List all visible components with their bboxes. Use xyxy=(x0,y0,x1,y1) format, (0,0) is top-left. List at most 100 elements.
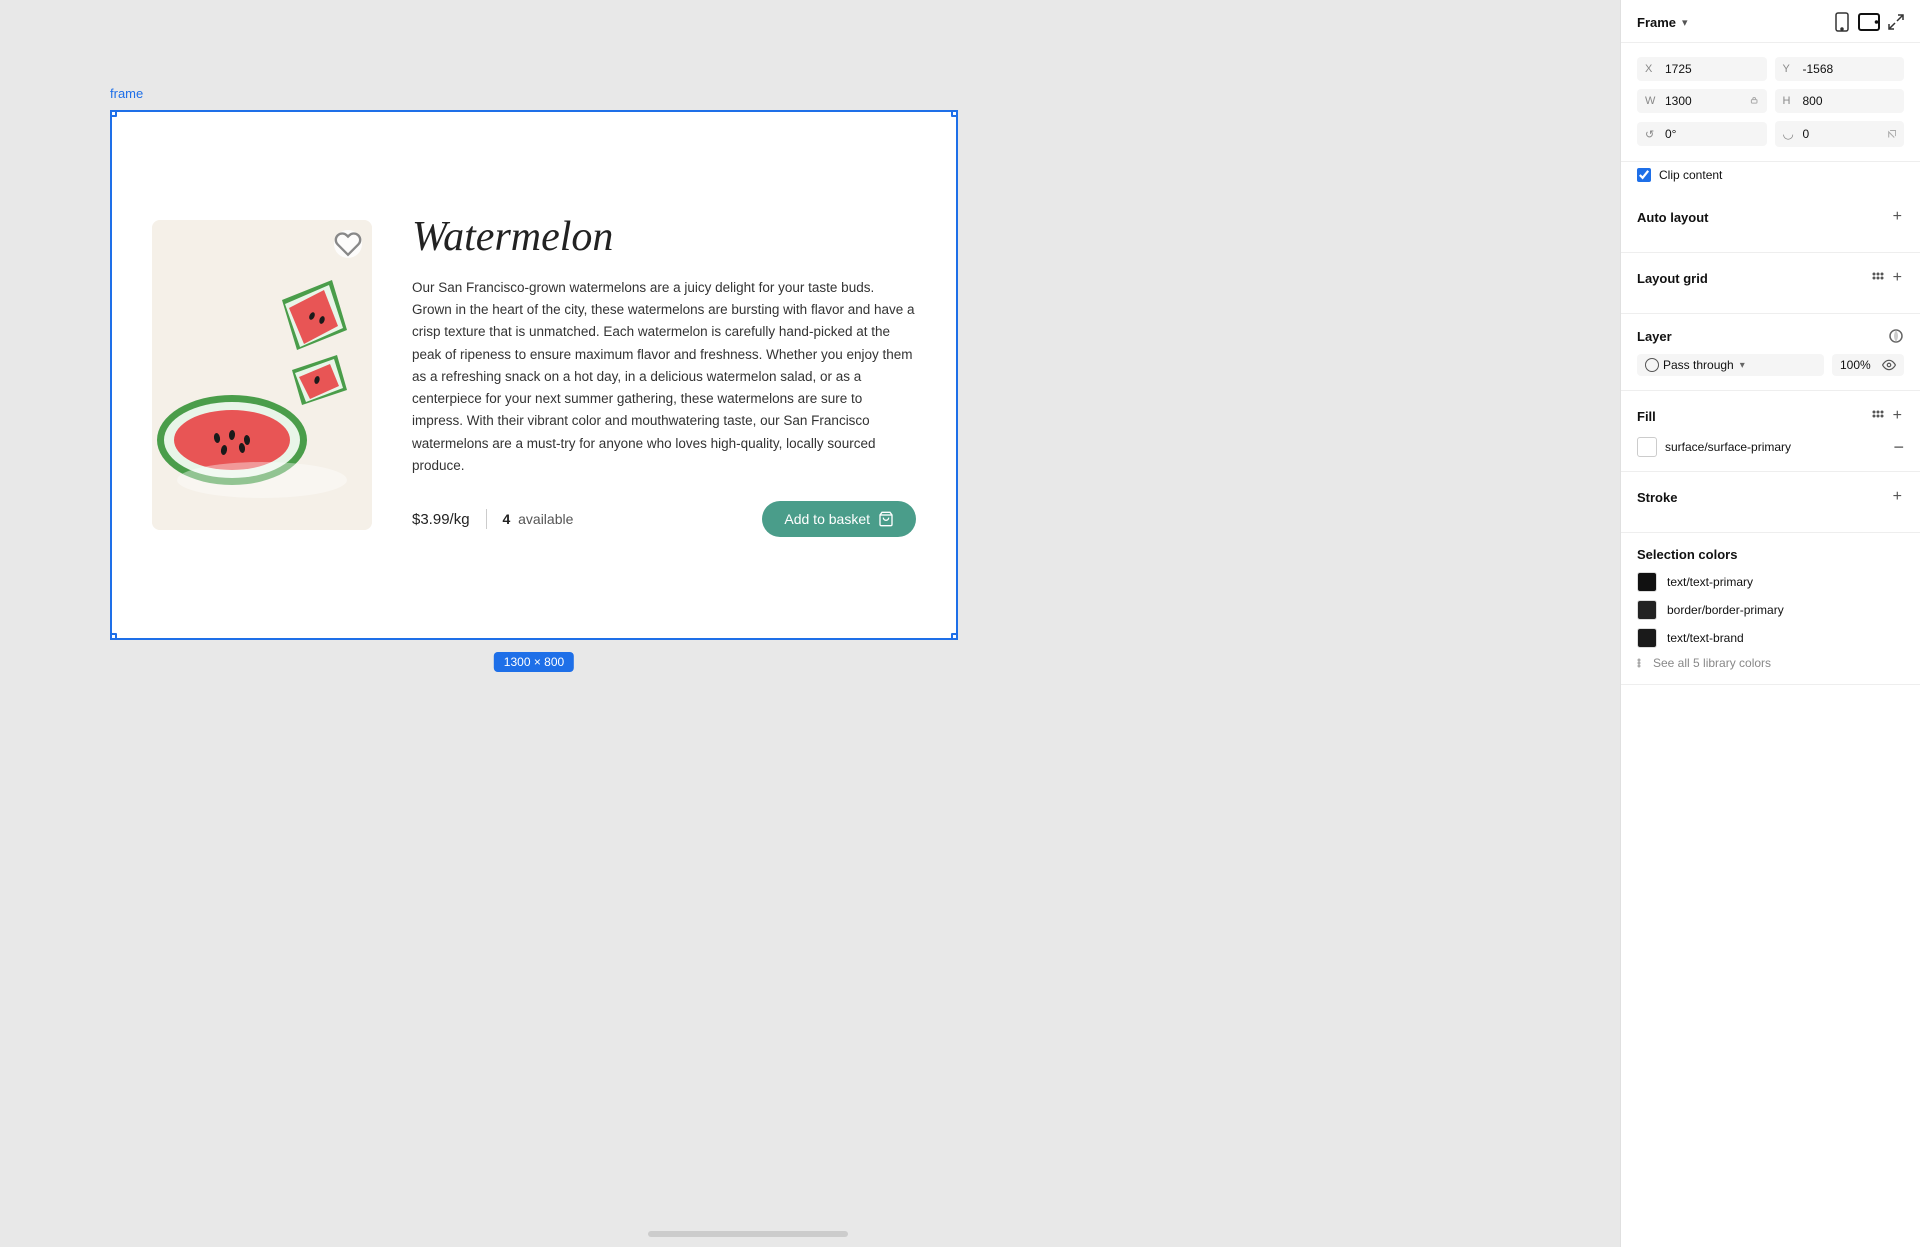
stroke-section: Stroke + xyxy=(1621,472,1920,533)
favorite-button[interactable] xyxy=(334,230,362,258)
corner-radius-field[interactable]: ◡ xyxy=(1775,121,1905,147)
frame-label: frame xyxy=(110,86,143,101)
fill-color-swatch[interactable] xyxy=(1637,437,1657,457)
x-label: X xyxy=(1645,63,1659,75)
grid-dots-icon xyxy=(1871,271,1885,285)
frame-content: Watermelon Our San Francisco-grown water… xyxy=(110,110,958,640)
footer-divider xyxy=(486,509,487,529)
fill-color-row: surface/surface-primary − xyxy=(1637,437,1904,457)
clip-content-checkbox[interactable] xyxy=(1637,168,1651,182)
frame-size-badge: 1300 × 800 xyxy=(494,652,574,672)
add-to-basket-button[interactable]: Add to basket xyxy=(762,501,916,537)
see-all-library-colors[interactable]: See all 5 library colors xyxy=(1637,656,1904,670)
layout-grid-dots-button[interactable] xyxy=(1869,269,1887,287)
handle-bottom-right[interactable] xyxy=(951,633,958,640)
h-label: H xyxy=(1783,95,1797,107)
opacity-value: 100% xyxy=(1840,358,1882,372)
design-frame[interactable]: frame xyxy=(110,110,958,640)
handle-top-left[interactable] xyxy=(110,110,117,117)
product-description: Our San Francisco-grown watermelons are … xyxy=(412,277,916,477)
fill-dots-icon xyxy=(1871,409,1885,423)
layout-grid-icons: + xyxy=(1869,267,1904,289)
layer-style-icon[interactable] xyxy=(1888,328,1904,344)
canvas-scrollbar[interactable] xyxy=(648,1231,848,1237)
w-input[interactable] xyxy=(1665,94,1744,108)
selection-colors-section: Selection colors text/text-primary borde… xyxy=(1621,533,1920,685)
h-field[interactable]: H xyxy=(1775,89,1905,113)
color-item-1: border/border-primary xyxy=(1637,600,1904,620)
color-name-2: text/text-brand xyxy=(1667,631,1744,645)
product-image xyxy=(152,220,372,530)
add-to-basket-label: Add to basket xyxy=(784,511,870,527)
fill-add-button[interactable]: + xyxy=(1891,405,1904,427)
corner-radius-input[interactable] xyxy=(1803,127,1882,141)
w-label: W xyxy=(1645,95,1659,107)
product-footer: $3.99/kg 4 available Add to basket xyxy=(412,501,916,537)
layer-title: Layer xyxy=(1637,329,1672,344)
color-swatch-2[interactable] xyxy=(1637,628,1657,648)
layout-grid-section: Layout grid + xyxy=(1621,253,1920,314)
color-item-0: text/text-primary xyxy=(1637,572,1904,592)
panel-frame-title: Frame xyxy=(1637,15,1676,30)
rotation-input[interactable] xyxy=(1665,127,1759,141)
fill-section: Fill + surface/surface-primary xyxy=(1621,391,1920,472)
blend-mode-chevron: ▾ xyxy=(1740,360,1745,371)
layer-header: Layer xyxy=(1637,328,1904,344)
frame-dropdown-chevron[interactable]: ▾ xyxy=(1682,16,1688,29)
layer-section: Layer Pass through ▾ 100% xyxy=(1621,314,1920,391)
product-price: $3.99/kg xyxy=(412,511,470,528)
constraint-icon xyxy=(1750,95,1758,107)
auto-layout-title: Auto layout xyxy=(1637,210,1709,225)
color-swatch-1[interactable] xyxy=(1637,600,1657,620)
canvas-area: frame xyxy=(0,0,1620,1247)
layout-grid-header: Layout grid + xyxy=(1637,267,1904,289)
corner-resize-icon xyxy=(1888,128,1896,140)
blend-mode-text: Pass through xyxy=(1663,358,1734,372)
y-input[interactable] xyxy=(1803,62,1897,76)
tablet-frame-icon[interactable] xyxy=(1858,13,1880,31)
resize-icon[interactable] xyxy=(1888,14,1904,30)
h-input[interactable] xyxy=(1803,94,1897,108)
layout-grid-add-button[interactable]: + xyxy=(1891,267,1904,289)
stroke-header: Stroke + xyxy=(1637,486,1904,508)
x-field[interactable]: X xyxy=(1637,57,1767,81)
auto-layout-header: Auto layout + xyxy=(1637,206,1904,228)
corner-label: ◡ xyxy=(1783,126,1797,142)
stroke-add-button[interactable]: + xyxy=(1891,486,1904,508)
visibility-icon[interactable] xyxy=(1882,358,1896,372)
blend-mode-circle-icon xyxy=(1645,358,1659,372)
opacity-group[interactable]: 100% xyxy=(1832,354,1904,376)
fill-icons: + xyxy=(1869,405,1904,427)
color-name-0: text/text-primary xyxy=(1667,575,1753,589)
fill-color-name: surface/surface-primary xyxy=(1665,440,1885,454)
color-name-1: border/border-primary xyxy=(1667,603,1784,617)
handle-top-right[interactable] xyxy=(951,110,958,117)
product-info: Watermelon Our San Francisco-grown water… xyxy=(412,213,916,537)
basket-icon xyxy=(878,511,894,527)
wh-fields: W H xyxy=(1637,89,1904,113)
auto-layout-plus-icon: + xyxy=(1893,208,1902,226)
see-all-icon xyxy=(1637,658,1647,668)
stroke-title: Stroke xyxy=(1637,490,1677,505)
fill-style-button[interactable] xyxy=(1869,407,1887,425)
fill-header: Fill + xyxy=(1637,405,1904,427)
frame-type-icons xyxy=(1834,12,1904,32)
see-all-label: See all 5 library colors xyxy=(1653,656,1771,670)
rotation-field[interactable]: ↺ xyxy=(1637,122,1767,146)
fill-remove-button[interactable]: − xyxy=(1893,438,1904,456)
clip-content-row: Clip content xyxy=(1621,162,1920,192)
product-title: Watermelon xyxy=(412,213,916,261)
handle-bottom-left[interactable] xyxy=(110,633,117,640)
right-panel: Frame ▾ X xyxy=(1620,0,1920,1247)
y-field[interactable]: Y xyxy=(1775,57,1905,81)
blend-mode-group[interactable]: Pass through ▾ xyxy=(1637,354,1824,376)
w-field[interactable]: W xyxy=(1637,89,1767,113)
rotation-label: ↺ xyxy=(1645,128,1659,141)
phone-frame-icon[interactable] xyxy=(1834,12,1850,32)
y-label: Y xyxy=(1783,63,1797,75)
color-swatch-0[interactable] xyxy=(1637,572,1657,592)
x-input[interactable] xyxy=(1665,62,1759,76)
auto-layout-add-button[interactable]: + xyxy=(1891,206,1904,228)
fill-title: Fill xyxy=(1637,409,1656,424)
xy-fields: X Y xyxy=(1637,57,1904,81)
